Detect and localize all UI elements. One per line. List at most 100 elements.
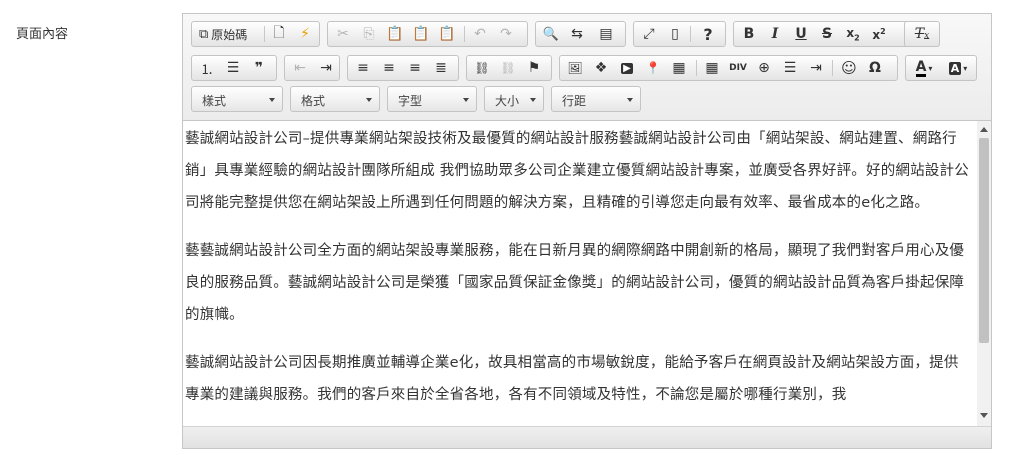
format-combo[interactable]: 格式 [290, 86, 380, 112]
chevron-down-icon: ▾ [928, 63, 933, 73]
justify-button[interactable]: ≣ [429, 58, 453, 78]
outdent-button[interactable]: ⇤ [288, 58, 312, 78]
paste-button[interactable]: 📋 [383, 24, 407, 44]
styles-combo-label: 樣式 [202, 94, 227, 108]
size-combo[interactable]: 大小 [484, 86, 544, 112]
find-button[interactable]: 🔍 [539, 24, 563, 44]
globe-icon: ⊕ [758, 60, 770, 76]
chevron-down-icon [463, 98, 469, 102]
indent-group: ⇤ ⇥ [284, 55, 340, 81]
scroll-down-arrow-icon[interactable] [980, 413, 988, 418]
redo-button[interactable]: ↷ [494, 24, 518, 44]
editor-content-area[interactable]: 藝誠網站設計公司–提供專業網站架設技術及最優質的網站設計服務藝誠網站設計公司由「… [183, 121, 977, 426]
align-right-button[interactable]: ≡ [403, 58, 427, 78]
table-button[interactable]: ▦ [700, 58, 724, 78]
strike-button[interactable]: S [815, 24, 839, 44]
smiley-icon: ☺ [841, 59, 857, 77]
show-blocks-button[interactable]: ▯ [663, 24, 687, 44]
numbered-list-button[interactable]: ⒈ [195, 58, 219, 78]
map-pin-icon: 📍 [645, 61, 661, 75]
content-paragraph[interactable]: 藝藝誠網站設計公司全方面的網站架設專業服務，能在日新月異的網際網路中開創新的格局… [183, 235, 973, 331]
styles-combo[interactable]: 樣式 [191, 86, 283, 112]
replace-icon: ⇆ [571, 26, 583, 42]
cleanup-group: Tx [904, 21, 940, 47]
anchor-button[interactable]: ⚑ [522, 58, 546, 78]
italic-button[interactable]: I [763, 24, 787, 44]
copy-button[interactable]: ⎘ [357, 24, 381, 44]
chevron-down-icon [269, 98, 275, 102]
subscript-button[interactable]: x2 [841, 24, 865, 44]
source-label: 原始碼 [211, 27, 248, 42]
superscript-icon: x2 [872, 26, 886, 42]
source-button[interactable]: ⧉ 原始碼 [195, 24, 251, 44]
copy-icon: ⎘ [363, 26, 375, 42]
map-button[interactable]: 📍 [641, 58, 665, 78]
unlink-button[interactable]: ⛓ [496, 58, 520, 78]
paste-word-icon: 📋 [438, 26, 456, 42]
paste-text-button[interactable]: 📋 [409, 24, 433, 44]
format-combo-label: 格式 [301, 94, 326, 108]
youtube-button[interactable]: ▶ [615, 58, 639, 78]
new-page-button[interactable]: 🗋 [267, 24, 291, 44]
bold-button[interactable]: B [737, 24, 761, 44]
bulleted-list-button[interactable]: ☰ [221, 58, 245, 78]
bg-color-button[interactable]: A ▾ [943, 58, 973, 78]
special-char-button[interactable]: Ω [863, 58, 887, 78]
toolbar-separator [464, 26, 465, 42]
image-button[interactable]: 🖼 [563, 58, 587, 78]
italic-icon: I [771, 26, 779, 42]
align-center-icon: ≡ [383, 60, 395, 76]
content-paragraph[interactable]: 藝誠網站設計公司因長期推廣並輔導企業e化，故具相當高的市場敏銳度，能給予客戶在網… [183, 347, 973, 411]
undo-icon: ↶ [474, 26, 486, 42]
toolbar-separator [264, 26, 265, 42]
flag-icon: ⚑ [527, 60, 541, 76]
text-color-button[interactable]: A ▾ [909, 58, 939, 78]
smiley-button[interactable]: ☺ [837, 58, 861, 78]
cut-button[interactable]: ✂ [331, 24, 355, 44]
align-left-button[interactable]: ≡ [351, 58, 375, 78]
editor-body[interactable]: 藝誠網站設計公司–提供專業網站架設技術及最優質的網站設計服務藝誠網站設計公司由「… [183, 123, 973, 426]
content-paragraph[interactable]: 藝誠網站設計公司–提供專業網站架設技術及最優質的網站設計服務藝誠網站設計公司由「… [183, 123, 973, 219]
blockquote-button[interactable]: ❞ [247, 58, 271, 78]
qrcode-icon: ▦ [672, 60, 686, 76]
templates-button[interactable]: ⚡ [293, 24, 317, 44]
font-combo[interactable]: 字型 [387, 86, 477, 112]
indent-button[interactable]: ⇥ [314, 58, 338, 78]
vertical-scrollbar[interactable] [977, 121, 991, 426]
select-all-button[interactable]: ▤ [594, 24, 618, 44]
line-height-combo[interactable]: 行距 [551, 86, 641, 112]
underline-button[interactable]: U [789, 24, 813, 44]
iframe-button[interactable]: ⊕ [752, 58, 776, 78]
remove-format-button[interactable]: Tx [910, 24, 934, 44]
font-combo-label: 字型 [398, 94, 423, 108]
help-button[interactable]: ? [696, 24, 720, 44]
editor-status-bar [183, 426, 991, 448]
link-button[interactable]: ⛓ [470, 58, 494, 78]
chevron-down-icon: ▾ [963, 63, 968, 73]
toolbar-separator [832, 60, 833, 76]
rich-text-editor: ⧉ 原始碼 🗋 ⚡ ✂ ⎘ 📋 📋 📋 ↶ ↷ 🔍 ⇆ ▤ ⤢ ▯ ? B I … [182, 13, 992, 449]
qrcode-button[interactable]: ▦ [667, 58, 691, 78]
link-icon: ⛓ [474, 61, 490, 75]
templates-icon: ⚡ [300, 26, 310, 42]
page-break-button[interactable]: ⇥ [804, 58, 828, 78]
page-break-icon: ⇥ [810, 60, 822, 76]
horizontal-rule-button[interactable]: ☰ [778, 58, 802, 78]
maximize-button[interactable]: ⤢ [637, 24, 661, 44]
scrollbar-thumb[interactable] [979, 138, 989, 343]
paste-word-button[interactable]: 📋 [435, 24, 459, 44]
scroll-up-arrow-icon[interactable] [980, 127, 988, 132]
maximize-icon: ⤢ [643, 26, 655, 42]
document-group: ⧉ 原始碼 🗋 ⚡ [191, 21, 320, 47]
links-group: ⛓ ⛓ ⚑ [466, 55, 552, 81]
div-button[interactable]: DIV [726, 58, 750, 78]
flash-button[interactable]: ❖ [589, 58, 613, 78]
replace-button[interactable]: ⇆ [565, 24, 589, 44]
align-center-button[interactable]: ≡ [377, 58, 401, 78]
table-icon: ▦ [705, 60, 719, 76]
basicstyles-group: B I U S x2 x2 [733, 21, 909, 47]
tools-group: ⤢ ▯ ? [633, 21, 726, 47]
div-icon: DIV [729, 63, 747, 73]
superscript-button[interactable]: x2 [867, 24, 891, 44]
undo-button[interactable]: ↶ [468, 24, 492, 44]
